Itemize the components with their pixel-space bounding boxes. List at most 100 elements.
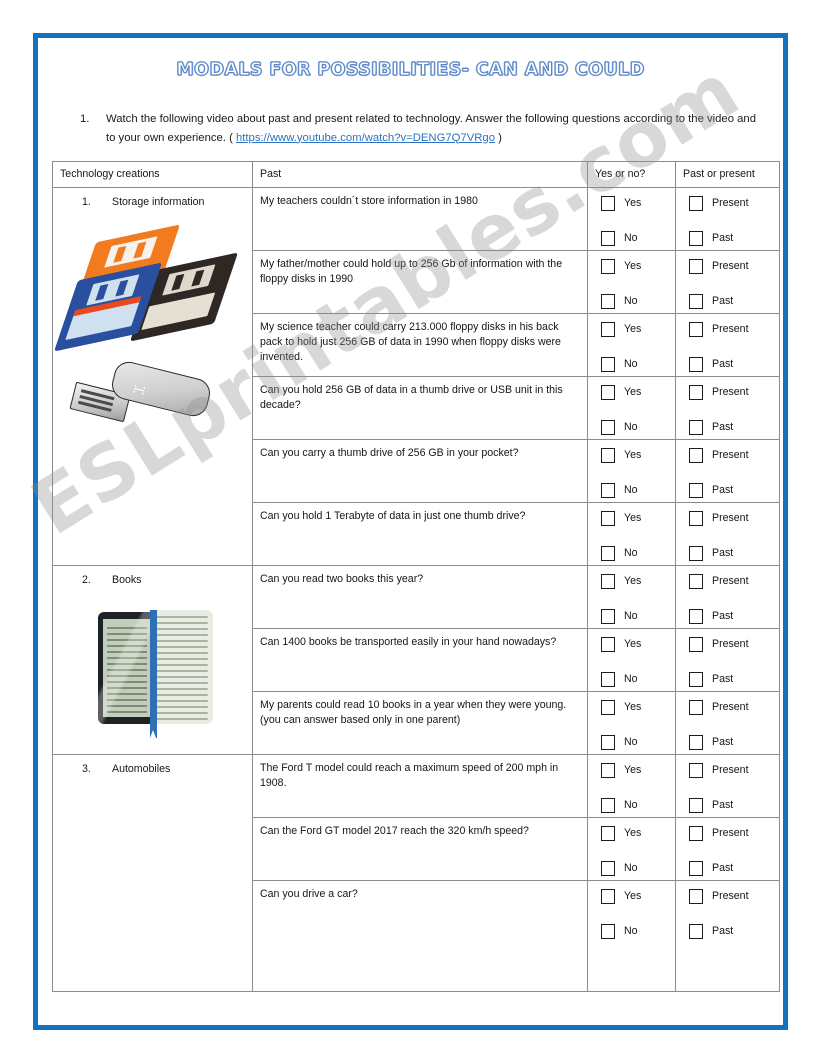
checkbox-box-icon[interactable] (601, 385, 615, 401)
checkbox-box-icon[interactable] (689, 826, 703, 842)
checkbox-box-icon[interactable] (601, 861, 615, 877)
checkbox-past[interactable]: Past (689, 609, 772, 625)
checkbox-yes[interactable]: Yes (601, 448, 668, 464)
checkbox-box-icon[interactable] (689, 483, 703, 499)
checkbox-yes[interactable]: Yes (601, 637, 668, 653)
checkbox-yes[interactable]: Yes (601, 259, 668, 275)
checkbox-yes[interactable]: Yes (601, 700, 668, 716)
checkbox-present[interactable]: Present (689, 637, 772, 653)
checkbox-box-icon[interactable] (601, 735, 615, 751)
checkbox-present[interactable]: Present (689, 763, 772, 779)
checkbox-present[interactable]: Present (689, 196, 772, 212)
checkbox-yes[interactable]: Yes (601, 385, 668, 401)
checkbox-past[interactable]: Past (689, 357, 772, 373)
checkbox-yes[interactable]: Yes (601, 322, 668, 338)
checkbox-no[interactable]: No (601, 924, 668, 940)
checkbox-past[interactable]: Past (689, 546, 772, 562)
checkbox-past[interactable]: Past (689, 798, 772, 814)
checkbox-box-icon[interactable] (689, 637, 703, 653)
checkbox-past[interactable]: Past (689, 294, 772, 310)
checkbox-box-icon[interactable] (601, 546, 615, 562)
checkbox-box-icon[interactable] (601, 826, 615, 842)
checkbox-box-icon[interactable] (601, 763, 615, 779)
checkbox-box-icon[interactable] (689, 294, 703, 310)
checkbox-no[interactable]: No (601, 609, 668, 625)
checkbox-past[interactable]: Past (689, 672, 772, 688)
checkbox-yes[interactable]: Yes (601, 511, 668, 527)
checkbox-box-icon[interactable] (601, 511, 615, 527)
checkbox-no[interactable]: No (601, 357, 668, 373)
checkbox-box-icon[interactable] (689, 861, 703, 877)
checkbox-no[interactable]: No (601, 861, 668, 877)
checkbox-label: Yes (624, 260, 642, 273)
checkbox-present[interactable]: Present (689, 700, 772, 716)
checkbox-yes[interactable]: Yes (601, 826, 668, 842)
checkbox-no[interactable]: No (601, 798, 668, 814)
checkbox-present[interactable]: Present (689, 889, 772, 905)
checkbox-present[interactable]: Present (689, 826, 772, 842)
checkbox-box-icon[interactable] (601, 448, 615, 464)
checkbox-past[interactable]: Past (689, 231, 772, 247)
checkbox-box-icon[interactable] (601, 357, 615, 373)
checkbox-box-icon[interactable] (689, 798, 703, 814)
checkbox-box-icon[interactable] (601, 672, 615, 688)
checkbox-yes[interactable]: Yes (601, 574, 668, 590)
video-link[interactable]: https://www.youtube.com/watch?v=DENG7Q7V… (236, 132, 495, 144)
checkbox-present[interactable]: Present (689, 574, 772, 590)
checkbox-box-icon[interactable] (689, 448, 703, 464)
checkbox-box-icon[interactable] (601, 924, 615, 940)
checkbox-no[interactable]: No (601, 483, 668, 499)
checkbox-box-icon[interactable] (601, 483, 615, 499)
checkbox-yes[interactable]: Yes (601, 196, 668, 212)
checkbox-present[interactable]: Present (689, 385, 772, 401)
checkbox-box-icon[interactable] (689, 322, 703, 338)
checkbox-box-icon[interactable] (689, 763, 703, 779)
checkbox-past[interactable]: Past (689, 924, 772, 940)
checkbox-box-icon[interactable] (601, 889, 615, 905)
checkbox-past[interactable]: Past (689, 861, 772, 877)
checkbox-label: No (624, 736, 638, 749)
checkbox-box-icon[interactable] (689, 546, 703, 562)
checkbox-box-icon[interactable] (689, 609, 703, 625)
checkbox-no[interactable]: No (601, 672, 668, 688)
checkbox-box-icon[interactable] (689, 924, 703, 940)
checkbox-box-icon[interactable] (689, 259, 703, 275)
checkbox-box-icon[interactable] (689, 420, 703, 436)
checkbox-no[interactable]: No (601, 294, 668, 310)
checkbox-yes[interactable]: Yes (601, 889, 668, 905)
checkbox-box-icon[interactable] (601, 637, 615, 653)
checkbox-box-icon[interactable] (689, 357, 703, 373)
checkbox-no[interactable]: No (601, 420, 668, 436)
checkbox-box-icon[interactable] (689, 231, 703, 247)
checkbox-box-icon[interactable] (689, 511, 703, 527)
checkbox-no[interactable]: No (601, 735, 668, 751)
checkbox-yes[interactable]: Yes (601, 763, 668, 779)
checkbox-box-icon[interactable] (601, 231, 615, 247)
checkbox-box-icon[interactable] (689, 735, 703, 751)
checkbox-box-icon[interactable] (601, 294, 615, 310)
checkbox-box-icon[interactable] (601, 322, 615, 338)
checkbox-box-icon[interactable] (689, 574, 703, 590)
checkbox-past[interactable]: Past (689, 735, 772, 751)
checkbox-box-icon[interactable] (601, 700, 615, 716)
checkbox-no[interactable]: No (601, 231, 668, 247)
checkbox-box-icon[interactable] (689, 700, 703, 716)
checkbox-box-icon[interactable] (601, 798, 615, 814)
checkbox-box-icon[interactable] (689, 385, 703, 401)
checkbox-present[interactable]: Present (689, 448, 772, 464)
yesno-cell: Yes No (587, 502, 676, 567)
checkbox-box-icon[interactable] (601, 196, 615, 212)
checkbox-present[interactable]: Present (689, 259, 772, 275)
checkbox-box-icon[interactable] (601, 574, 615, 590)
checkbox-box-icon[interactable] (601, 259, 615, 275)
checkbox-no[interactable]: No (601, 546, 668, 562)
checkbox-box-icon[interactable] (601, 420, 615, 436)
checkbox-past[interactable]: Past (689, 483, 772, 499)
checkbox-box-icon[interactable] (689, 889, 703, 905)
checkbox-present[interactable]: Present (689, 511, 772, 527)
checkbox-box-icon[interactable] (689, 196, 703, 212)
checkbox-present[interactable]: Present (689, 322, 772, 338)
checkbox-box-icon[interactable] (689, 672, 703, 688)
checkbox-past[interactable]: Past (689, 420, 772, 436)
checkbox-box-icon[interactable] (601, 609, 615, 625)
